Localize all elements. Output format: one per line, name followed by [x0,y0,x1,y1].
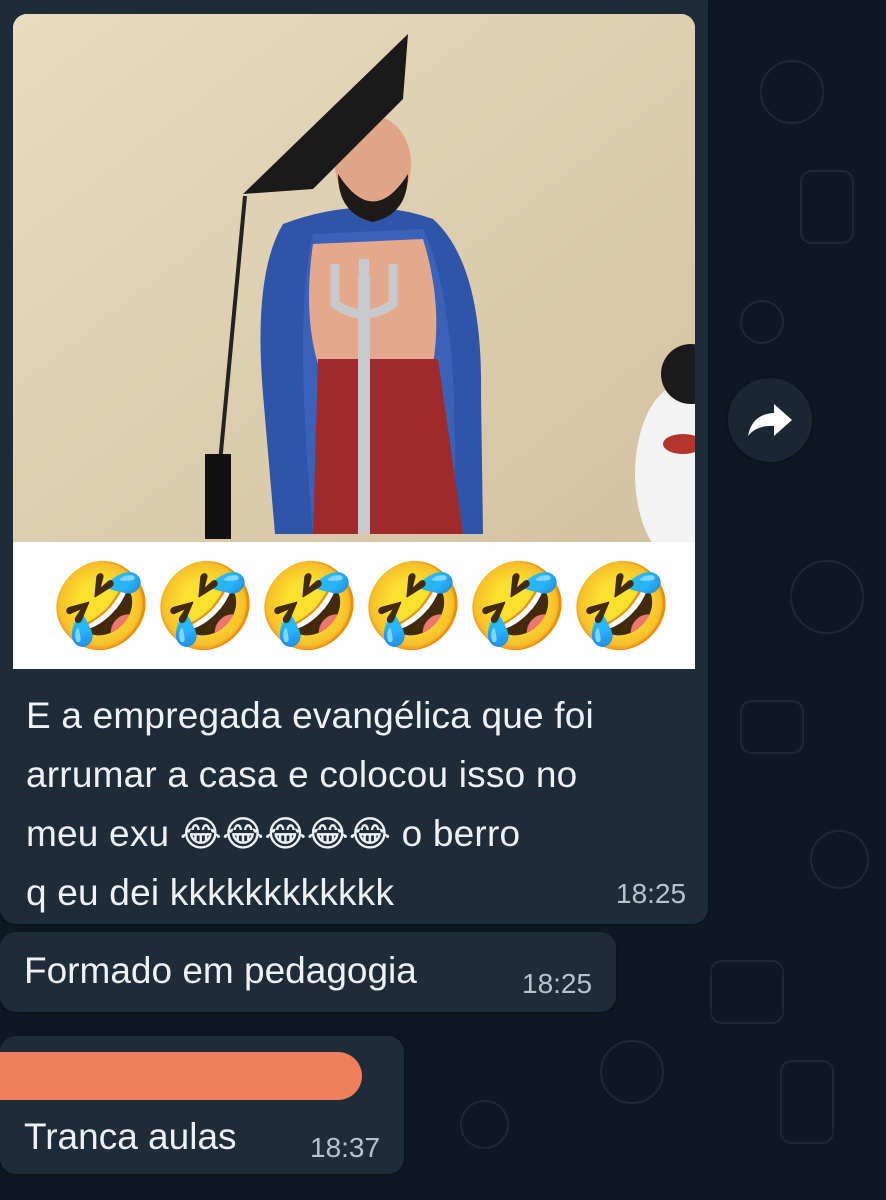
caption-line: q eu dei kkkkkkkkkkkk [26,872,395,913]
caption-line-suffix: o berro [401,813,521,854]
statue-photo [13,14,695,564]
message-text: Formado em pedagogia [24,950,417,991]
rofl-emoji: 🤣 [153,558,258,653]
message-time: 18:37 [310,1132,381,1163]
message-time: 18:25 [616,878,687,909]
emoji-caption-strip: 🤣 🤣 🤣 🤣 🤣 🤣 [13,542,695,669]
message-caption-text: E a empregada evangélica que foi arrumar… [26,686,686,922]
rofl-emoji: 🤣 [569,558,674,653]
redacted-sender-name [0,1052,362,1100]
rofl-emoji: 🤣 [465,558,570,653]
caption-line-prefix: meu exu [26,813,170,854]
rofl-emoji: 🤣 [361,558,466,653]
caption-line: arrumar a casa e colocou isso no [26,754,578,795]
caption-line: meu exu 😂😂😂😂😂 o berro [26,804,686,863]
rofl-emoji: 🤣 [49,558,154,653]
message-photo[interactable]: 🤣 🤣 🤣 🤣 🤣 🤣 [13,14,695,669]
forward-arrow-icon [748,404,792,436]
text-message-bubble[interactable]: Formado em pedagogia 18:25 [0,932,616,1012]
message-time: 18:25 [522,968,593,999]
rofl-emoji: 🤣 [257,558,362,653]
message-text: Tranca aulas [24,1116,237,1157]
forward-button[interactable] [728,378,812,462]
caption-line: E a empregada evangélica que foi [26,695,594,736]
tears-of-joy-emojis: 😂😂😂😂😂 [179,813,392,854]
reply-message-bubble[interactable]: Tranca aulas 18:37 [0,1036,404,1174]
media-message-bubble[interactable]: 🤣 🤣 🤣 🤣 🤣 🤣 E a empregada evangélica que… [0,0,708,924]
